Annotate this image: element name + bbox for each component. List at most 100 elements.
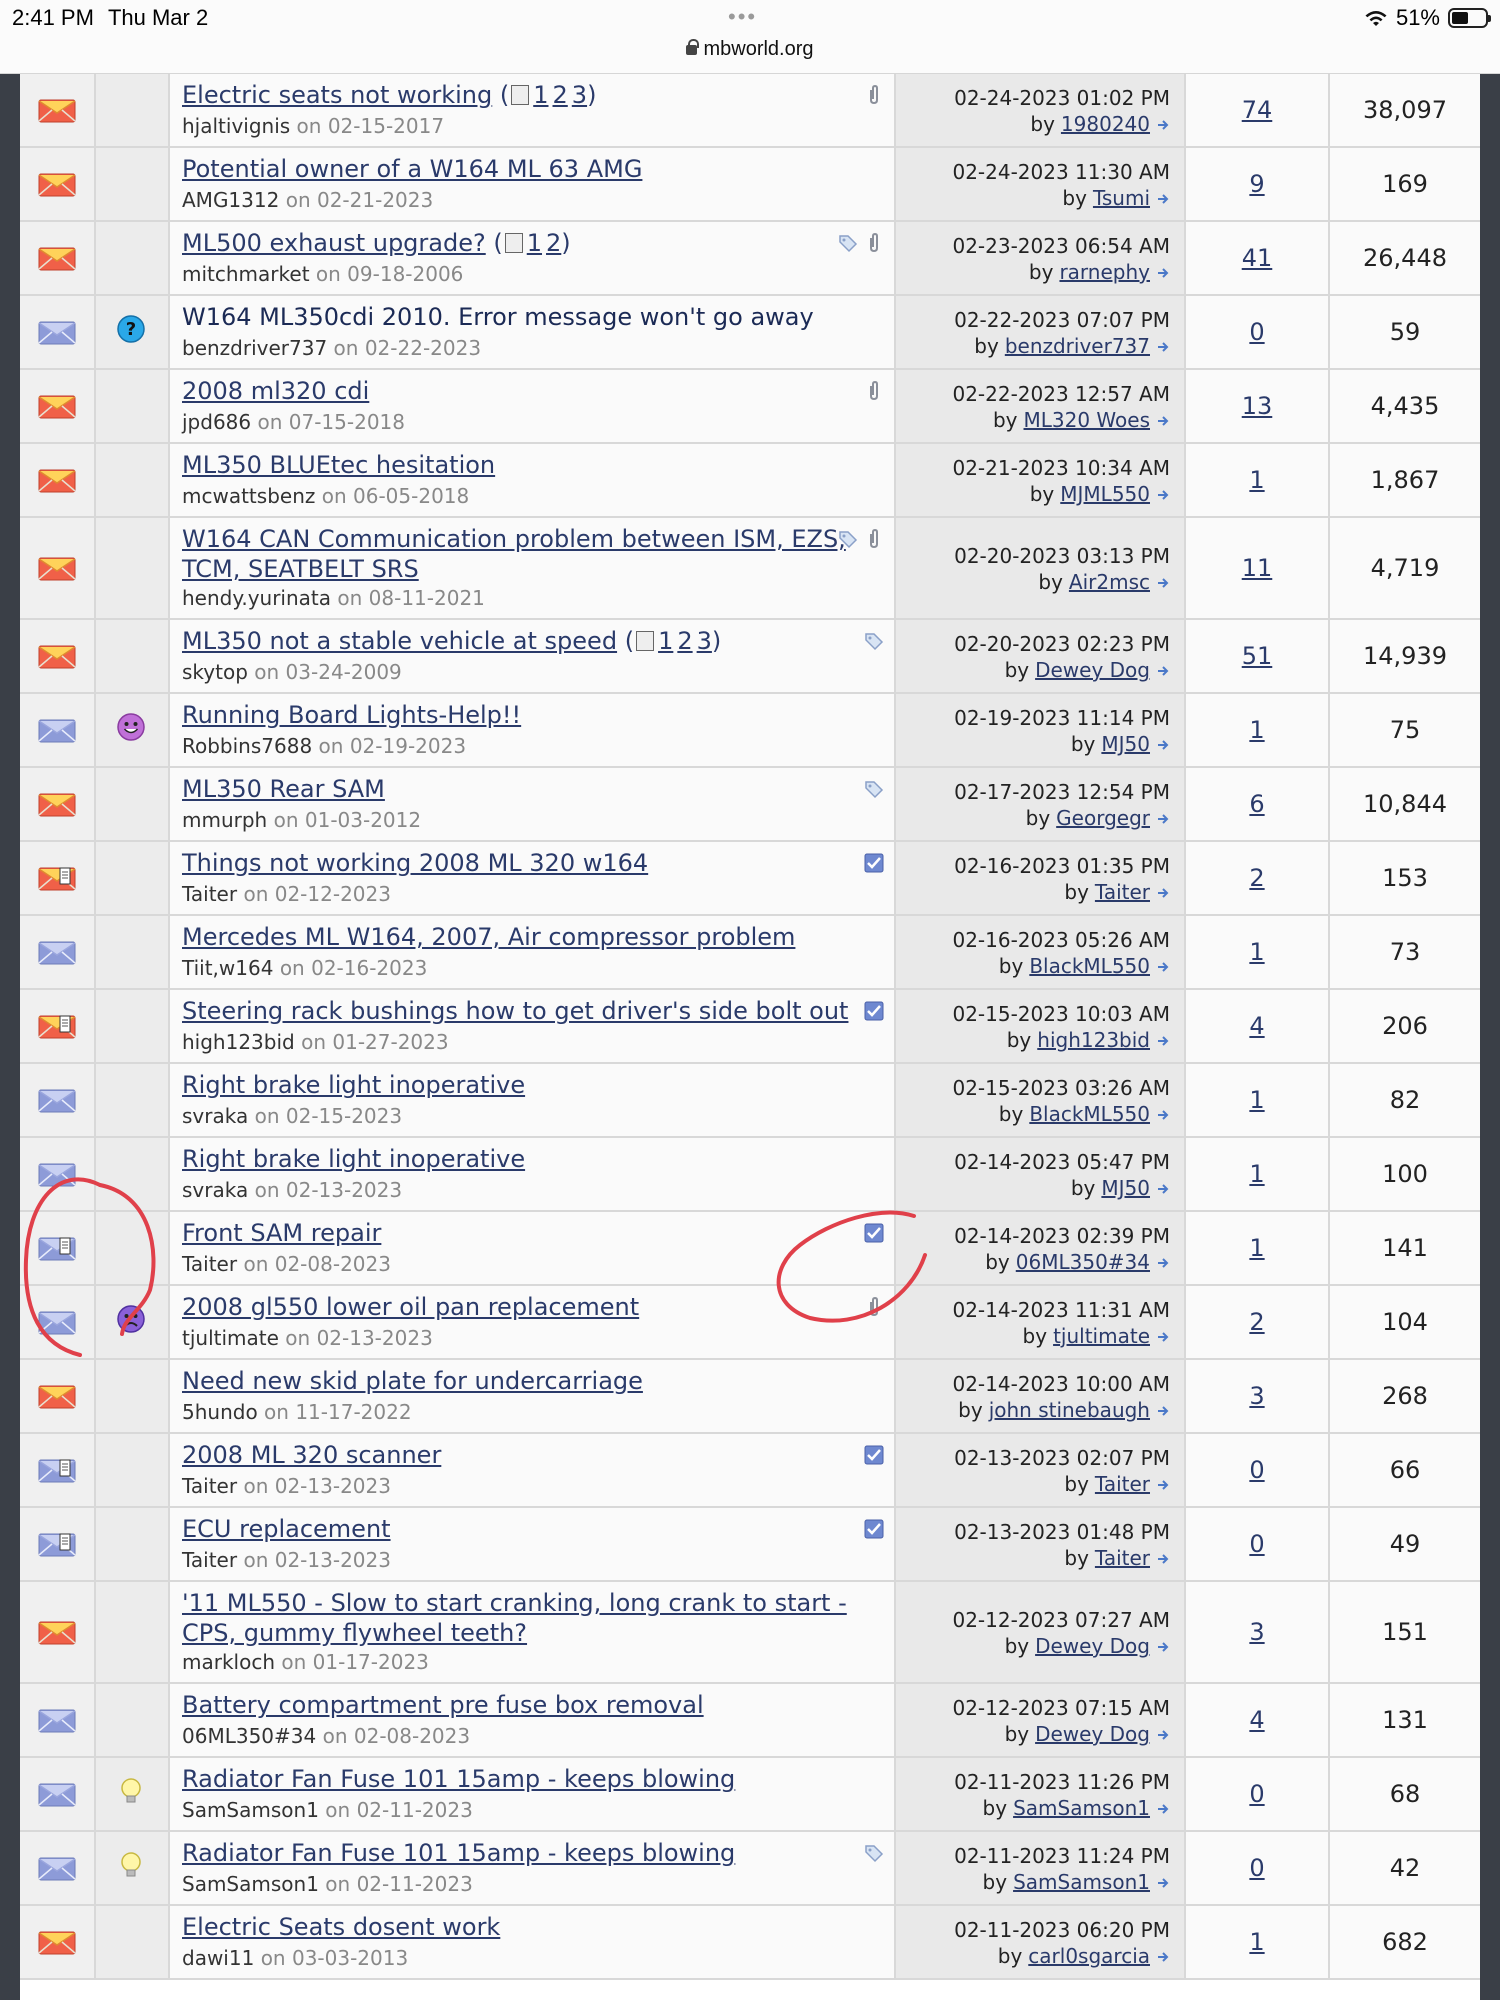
- last-post-user-link[interactable]: Georgegr: [1056, 806, 1150, 830]
- thread-title-link[interactable]: ML500 exhaust upgrade?: [182, 229, 486, 257]
- thread-title-link[interactable]: Radiator Fan Fuse 101 15amp - keeps blow…: [182, 1839, 735, 1867]
- go-to-last-post-icon[interactable]: [1156, 260, 1170, 278]
- replies-count-link[interactable]: 1: [1186, 466, 1328, 494]
- go-to-last-post-icon[interactable]: [1156, 1102, 1170, 1120]
- thread-title-link[interactable]: ECU replacement: [182, 1515, 391, 1543]
- thread-title-link[interactable]: 2008 gl550 lower oil pan replacement: [182, 1293, 639, 1321]
- last-post-user-link[interactable]: benzdriver737: [1005, 334, 1150, 358]
- thread-author[interactable]: Robbins7688: [182, 734, 312, 758]
- thread-title-link[interactable]: Need new skid plate for undercarriage: [182, 1367, 643, 1395]
- thread-author[interactable]: SamSamson1: [182, 1798, 319, 1822]
- go-to-last-post-icon[interactable]: [1156, 408, 1170, 426]
- thread-author[interactable]: Tiit,w164: [182, 956, 273, 980]
- thread-author[interactable]: skytop: [182, 660, 248, 684]
- thread-author[interactable]: 5hundo: [182, 1400, 258, 1424]
- replies-count-link[interactable]: 1: [1186, 1086, 1328, 1114]
- thread-author[interactable]: Taiter: [182, 1474, 237, 1498]
- thread-author[interactable]: dawi11: [182, 1946, 254, 1970]
- last-post-user-link[interactable]: SamSamson1: [1013, 1796, 1150, 1820]
- thread-author[interactable]: hjaltivignis: [182, 114, 290, 138]
- replies-count-link[interactable]: 1: [1186, 1160, 1328, 1188]
- replies-count-link[interactable]: 9: [1186, 170, 1328, 198]
- thread-title-link[interactable]: 2008 ML 320 scanner: [182, 1441, 441, 1469]
- thread-title-link[interactable]: Things not working 2008 ML 320 w164: [182, 849, 648, 877]
- url-bar[interactable]: mbworld.org: [0, 38, 1500, 61]
- thread-title-link[interactable]: W164 ML350cdi 2010. Error message won't …: [182, 303, 814, 331]
- replies-count-link[interactable]: 4: [1186, 1012, 1328, 1040]
- replies-count-link[interactable]: 0: [1186, 1854, 1328, 1882]
- last-post-user-link[interactable]: BlackML550: [1029, 1102, 1150, 1126]
- last-post-user-link[interactable]: carl0sgarcia: [1028, 1944, 1150, 1968]
- last-post-user-link[interactable]: Taiter: [1095, 1472, 1150, 1496]
- last-post-user-link[interactable]: BlackML550: [1029, 954, 1150, 978]
- thread-author[interactable]: 06ML350#34: [182, 1724, 316, 1748]
- last-post-user-link[interactable]: 06ML350#34: [1016, 1250, 1150, 1274]
- replies-count-link[interactable]: 2: [1186, 864, 1328, 892]
- last-post-user-link[interactable]: Air2msc: [1069, 570, 1150, 594]
- replies-count-link[interactable]: 1: [1186, 716, 1328, 744]
- replies-count-link[interactable]: 1: [1186, 1928, 1328, 1956]
- thread-author[interactable]: high123bid: [182, 1030, 295, 1054]
- replies-count-link[interactable]: 0: [1186, 1780, 1328, 1808]
- thread-title-link[interactable]: Battery compartment pre fuse box removal: [182, 1691, 704, 1719]
- go-to-last-post-icon[interactable]: [1156, 482, 1170, 500]
- thread-title-link[interactable]: Electric seats not working: [182, 81, 492, 109]
- thread-title-link[interactable]: Right brake light inoperative: [182, 1071, 525, 1099]
- go-to-last-post-icon[interactable]: [1156, 806, 1170, 824]
- thread-author[interactable]: mitchmarket: [182, 262, 310, 286]
- replies-count-link[interactable]: 51: [1186, 642, 1328, 670]
- go-to-last-post-icon[interactable]: [1156, 1324, 1170, 1342]
- go-to-last-post-icon[interactable]: [1156, 1796, 1170, 1814]
- page-link-2[interactable]: 2: [677, 627, 692, 655]
- go-to-last-post-icon[interactable]: [1156, 1176, 1170, 1194]
- go-to-last-post-icon[interactable]: [1156, 186, 1170, 204]
- last-post-user-link[interactable]: MJ50: [1101, 732, 1150, 756]
- thread-author[interactable]: svraka: [182, 1178, 248, 1202]
- thread-title-link[interactable]: Electric Seats dosent work: [182, 1913, 500, 1941]
- thread-author[interactable]: mmurph: [182, 808, 267, 832]
- go-to-last-post-icon[interactable]: [1156, 954, 1170, 972]
- thread-title-link[interactable]: Steering rack bushings how to get driver…: [182, 997, 848, 1025]
- thread-title-link[interactable]: Running Board Lights-Help!!: [182, 701, 521, 729]
- go-to-last-post-icon[interactable]: [1156, 732, 1170, 750]
- thread-title-link[interactable]: ML350 BLUEtec hesitation: [182, 451, 495, 479]
- go-to-last-post-icon[interactable]: [1156, 1870, 1170, 1888]
- thread-author[interactable]: jpd686: [182, 410, 251, 434]
- thread-author[interactable]: svraka: [182, 1104, 248, 1128]
- go-to-last-post-icon[interactable]: [1156, 1472, 1170, 1490]
- page-link-2[interactable]: 2: [546, 229, 561, 257]
- page-link-2[interactable]: 2: [553, 81, 568, 109]
- last-post-user-link[interactable]: tjultimate: [1053, 1324, 1150, 1348]
- thread-author[interactable]: hendy.yurinata: [182, 586, 331, 610]
- replies-count-link[interactable]: 1: [1186, 1234, 1328, 1262]
- last-post-user-link[interactable]: MJML550: [1060, 482, 1150, 506]
- last-post-user-link[interactable]: SamSamson1: [1013, 1870, 1150, 1894]
- go-to-last-post-icon[interactable]: [1156, 880, 1170, 898]
- replies-count-link[interactable]: 1: [1186, 938, 1328, 966]
- thread-title-link[interactable]: W164 CAN Communication problem between I…: [182, 525, 846, 583]
- thread-author[interactable]: markloch: [182, 1650, 275, 1674]
- replies-count-link[interactable]: 0: [1186, 1530, 1328, 1558]
- page-link-3[interactable]: 3: [572, 81, 587, 109]
- last-post-user-link[interactable]: Dewey Dog: [1035, 1722, 1150, 1746]
- last-post-user-link[interactable]: 1980240: [1061, 112, 1150, 136]
- page-link-1[interactable]: 1: [658, 627, 673, 655]
- last-post-user-link[interactable]: MJ50: [1101, 1176, 1150, 1200]
- last-post-user-link[interactable]: ML320 Woes: [1024, 408, 1151, 432]
- thread-author[interactable]: Taiter: [182, 1548, 237, 1572]
- replies-count-link[interactable]: 0: [1186, 1456, 1328, 1484]
- page-link-1[interactable]: 1: [527, 229, 542, 257]
- last-post-user-link[interactable]: Taiter: [1095, 880, 1150, 904]
- thread-title-link[interactable]: '11 ML550 - Slow to start cranking, long…: [182, 1589, 847, 1647]
- page-link-3[interactable]: 3: [697, 627, 712, 655]
- thread-title-link[interactable]: Mercedes ML W164, 2007, Air compressor p…: [182, 923, 795, 951]
- last-post-user-link[interactable]: high123bid: [1037, 1028, 1150, 1052]
- replies-count-link[interactable]: 11: [1186, 554, 1328, 582]
- replies-count-link[interactable]: 3: [1186, 1618, 1328, 1646]
- thread-author[interactable]: SamSamson1: [182, 1872, 319, 1896]
- replies-count-link[interactable]: 13: [1186, 392, 1328, 420]
- go-to-last-post-icon[interactable]: [1156, 112, 1170, 130]
- go-to-last-post-icon[interactable]: [1156, 1722, 1170, 1740]
- last-post-user-link[interactable]: Taiter: [1095, 1546, 1150, 1570]
- thread-title-link[interactable]: 2008 ml320 cdi: [182, 377, 369, 405]
